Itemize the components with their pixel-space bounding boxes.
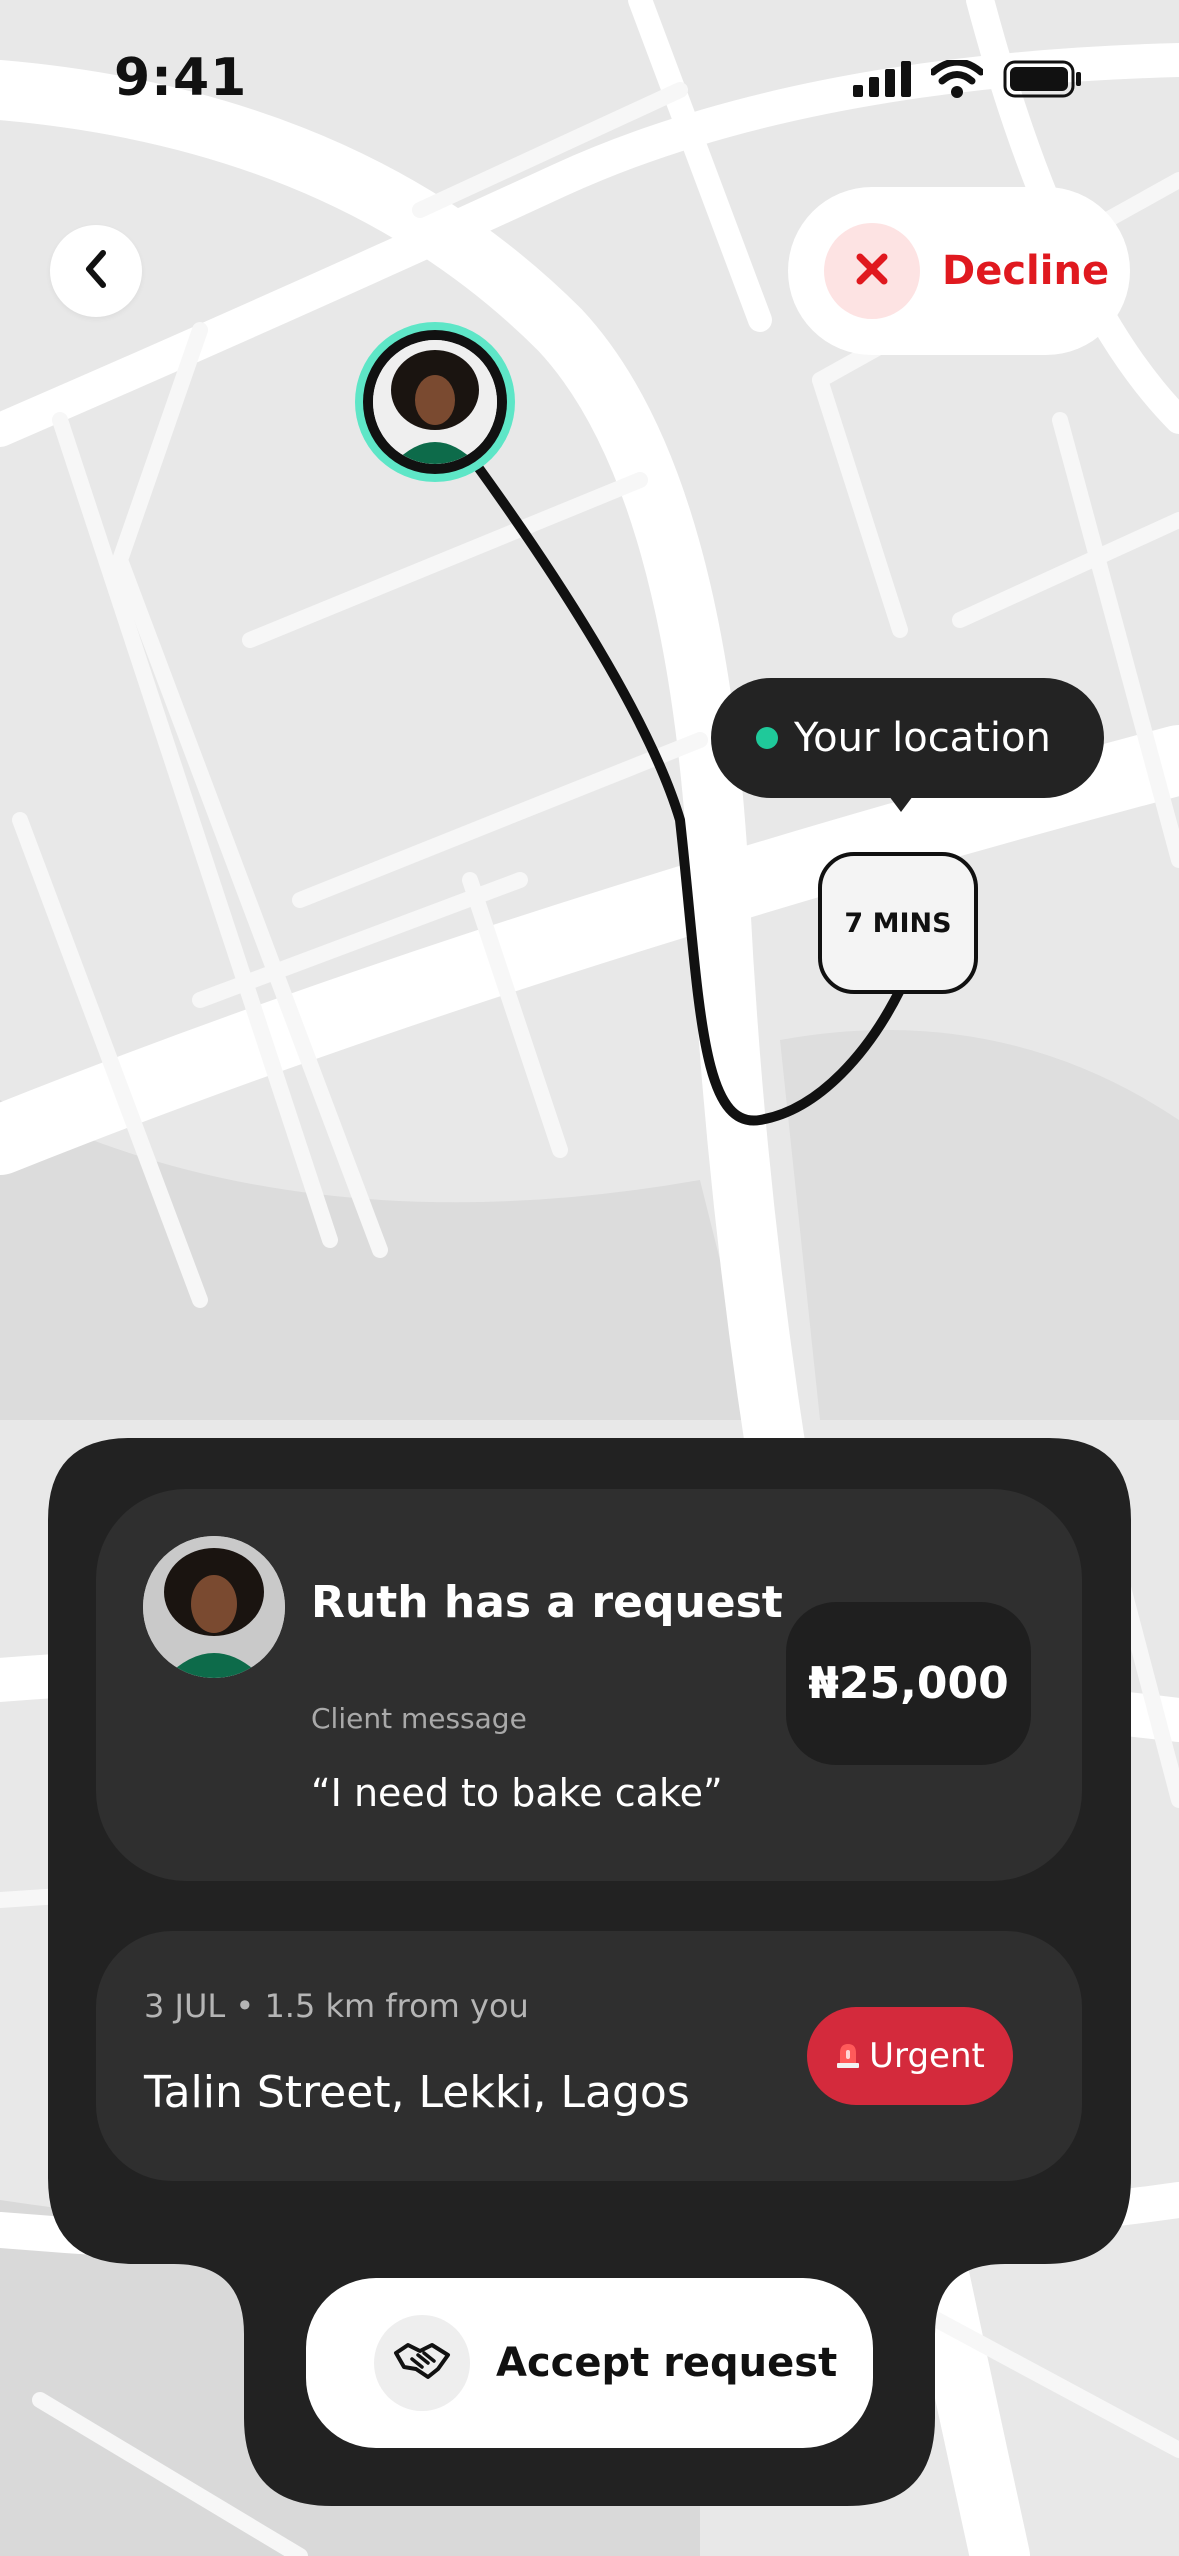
your-location-tooltip: Your location	[711, 678, 1104, 812]
avatar	[143, 1536, 285, 1678]
battery-icon	[1003, 60, 1083, 102]
accept-request-label: Accept request	[496, 2340, 838, 2386]
client-location-marker[interactable]	[355, 322, 515, 482]
decline-label: Decline	[942, 248, 1110, 294]
back-button[interactable]	[50, 225, 142, 317]
request-title: Ruth has a request	[311, 1577, 783, 1628]
client-avatar	[373, 340, 497, 464]
job-location-card[interactable]: 3 JUL • 1.5 km from you Talin Street, Le…	[96, 1931, 1082, 2181]
chevron-left-icon	[81, 249, 111, 293]
request-card[interactable]: Ruth has a request Client message “I nee…	[96, 1489, 1082, 1881]
urgent-badge: Urgent	[807, 2007, 1013, 2105]
decline-button[interactable]: Decline	[788, 187, 1130, 355]
eta-label: 7 MINS	[844, 907, 952, 939]
client-message-label: Client message	[311, 1702, 527, 1735]
signal-icon	[853, 61, 911, 101]
accept-request-button[interactable]: Accept request	[306, 2278, 873, 2448]
wifi-icon	[929, 58, 985, 102]
status-bar: 9:41	[0, 0, 1179, 150]
accept-icon-wrap	[374, 2315, 470, 2411]
urgent-label: Urgent	[869, 2036, 985, 2076]
price-value: ₦25,000	[808, 1658, 1009, 1709]
status-time: 9:41	[114, 48, 248, 108]
client-message: “I need to bake cake”	[311, 1771, 723, 1815]
location-dot-icon	[756, 727, 778, 749]
request-sheet: Ruth has a request Client message “I nee…	[0, 1438, 1179, 2556]
status-icons	[853, 58, 1083, 102]
handshake-icon	[392, 2339, 452, 2387]
decline-icon-wrap	[824, 223, 920, 319]
your-location-label: Your location	[794, 715, 1051, 761]
siren-icon	[835, 2039, 861, 2073]
eta-badge: 7 MINS	[818, 852, 978, 994]
job-address: Talin Street, Lekki, Lagos	[144, 2067, 690, 2118]
job-meta: 3 JUL • 1.5 km from you	[144, 1987, 529, 2025]
close-icon	[855, 252, 889, 290]
price-badge: ₦25,000	[786, 1602, 1031, 1765]
